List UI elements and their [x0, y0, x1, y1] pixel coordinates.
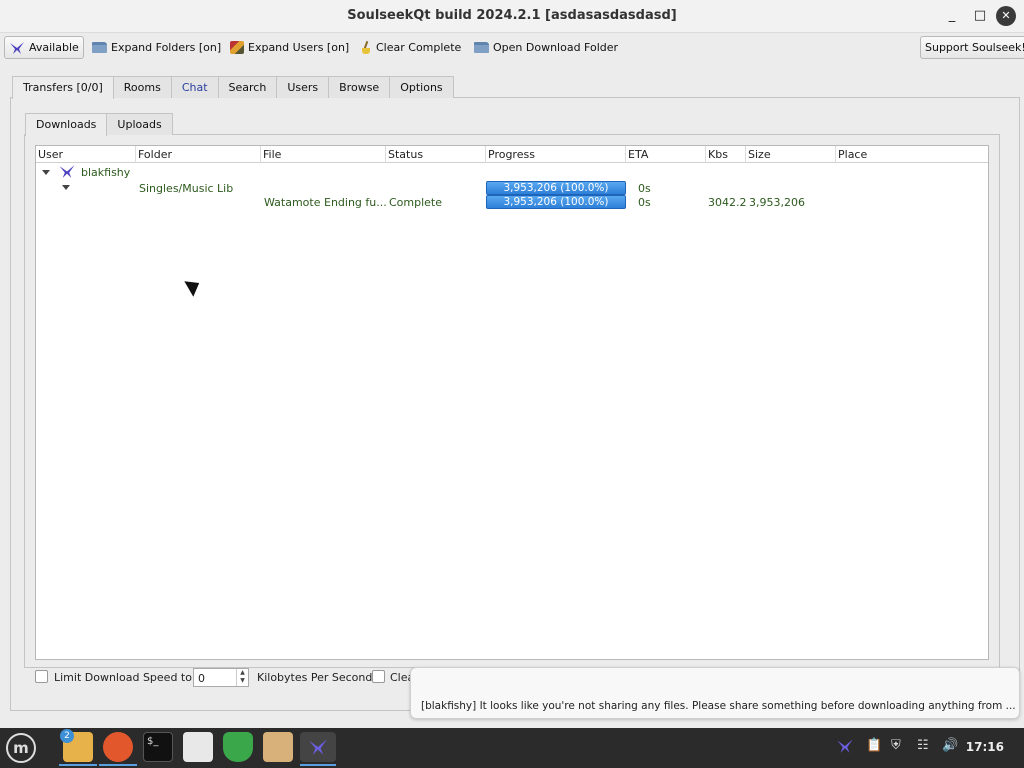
mint-menu-icon[interactable]: m [6, 733, 36, 763]
soulseek-bird-icon [10, 41, 24, 54]
support-label: Support Soulseek! [925, 41, 1024, 54]
expand-users-label: Expand Users [on] [248, 41, 350, 54]
column-kbs[interactable]: Kbs [706, 146, 746, 163]
minimize-button[interactable]: _ [942, 6, 962, 26]
column-eta[interactable]: ETA [626, 146, 706, 163]
column-status[interactable]: Status [386, 146, 486, 163]
active-indicator [59, 764, 97, 766]
file-eta: 0s [638, 196, 651, 209]
kilobytes-per-second-label: Kilobytes Per Second [257, 671, 373, 684]
open-download-folder-label: Open Download Folder [493, 41, 619, 54]
maximize-button[interactable]: □ [970, 6, 990, 26]
shield-icon[interactable] [223, 732, 253, 762]
network-tray-icon[interactable]: ☷ [917, 738, 929, 753]
downloads-table[interactable]: User Folder File Status Progress ETA Kbs… [35, 145, 989, 660]
notification-popup[interactable]: [blakfishy] It looks like you're not sha… [410, 667, 1020, 719]
limit-download-speed-checkbox[interactable] [35, 670, 48, 683]
speed-limit-spinbox[interactable]: 0 ▲ ▼ [193, 668, 249, 687]
folder-progress-text: 3,953,206 (100.0%) [503, 182, 609, 194]
terminal-icon[interactable]: $_ [143, 732, 173, 762]
clipboard-tray-icon[interactable]: 📋 [866, 738, 882, 753]
notification-message: [blakfishy] It looks like you're not sha… [421, 700, 1016, 712]
file-kbs: 3042.2 [708, 196, 747, 209]
transfer-file[interactable]: Watamote Ending fu... [264, 196, 387, 210]
expand-folders-button[interactable]: Expand Folders [on] [88, 36, 225, 59]
tab-chat[interactable]: Chat [170, 76, 219, 98]
tab-users[interactable]: Users [276, 76, 330, 98]
files-badge: 2 [60, 729, 74, 743]
main-tab-bar: Transfers [0/0] Rooms Chat Search Users … [12, 76, 454, 99]
available-label: Available [29, 41, 79, 54]
tab-browse[interactable]: Browse [328, 76, 391, 98]
expand-users-button[interactable]: Expand Users [on] [226, 36, 353, 59]
toolbar: Available Expand Folders [on] Expand Use… [0, 33, 1024, 63]
file-progress-bar: 3,953,206 (100.0%) [486, 195, 626, 209]
file-size: 3,953,206 [749, 196, 805, 209]
active-indicator [300, 764, 336, 766]
soulseek-bird-icon [309, 739, 327, 755]
tab-transfers[interactable]: Transfers [0/0] [12, 76, 114, 99]
soulseek-taskbar-icon[interactable] [300, 732, 336, 766]
expand-arrow-icon[interactable] [42, 170, 50, 175]
settings-toggle-icon[interactable] [183, 732, 213, 762]
column-folder[interactable]: Folder [136, 146, 261, 163]
file-progress-text: 3,953,206 (100.0%) [503, 196, 609, 208]
column-size[interactable]: Size [746, 146, 836, 163]
transfer-folder[interactable]: Singles/Music Lib [139, 182, 233, 196]
folder-eta: 0s [638, 182, 651, 195]
column-place[interactable]: Place [836, 146, 988, 163]
column-user[interactable]: User [36, 146, 136, 163]
expand-folders-label: Expand Folders [on] [111, 41, 222, 54]
sub-tab-bar: Downloads Uploads [25, 113, 173, 136]
user-bird-icon [59, 165, 75, 178]
tab-search[interactable]: Search [217, 76, 278, 98]
tab-downloads[interactable]: Downloads [25, 113, 108, 136]
available-button[interactable]: Available [4, 36, 84, 59]
users-icon [230, 41, 244, 54]
transfer-user[interactable]: blakfishy [81, 166, 130, 180]
broom-icon [360, 41, 372, 54]
column-progress[interactable]: Progress [486, 146, 626, 163]
file-status: Complete [389, 196, 443, 209]
speed-limit-row: Limit Download Speed to 0 ▲ ▼ Kilobytes P… [35, 668, 415, 688]
title-bar: SoulseekQt build 2024.2.1 [asdasasdasdas… [0, 0, 1024, 33]
tab-rooms[interactable]: Rooms [112, 76, 172, 98]
table-header: User Folder File Status Progress ETA Kbs… [36, 146, 988, 163]
taskbar-clock[interactable]: 17:16 [966, 740, 1004, 754]
spin-arrows-icon[interactable]: ▲ ▼ [236, 669, 248, 686]
files-icon[interactable]: 2 [59, 729, 97, 766]
soulseek-window: SoulseekQt build 2024.2.1 [asdasasdasdas… [0, 0, 1024, 768]
expand-arrow-icon[interactable] [62, 185, 70, 190]
clear-checkbox[interactable] [372, 670, 385, 683]
column-file[interactable]: File [261, 146, 386, 163]
support-soulseek-button[interactable]: Support Soulseek! [920, 36, 1024, 59]
tab-options[interactable]: Options [389, 76, 454, 98]
firefox-icon[interactable] [99, 732, 137, 766]
shield-tray-icon[interactable]: ⛨ [891, 738, 901, 753]
limit-download-speed-label: Limit Download Speed to [54, 671, 192, 684]
active-indicator [99, 764, 137, 766]
open-download-folder-button[interactable]: Open Download Folder [470, 36, 622, 59]
folder-icon [474, 42, 489, 53]
folder-icon [92, 42, 107, 53]
volume-tray-icon[interactable]: 🔊 [942, 738, 958, 753]
clear-complete-button[interactable]: Clear Complete [356, 36, 465, 59]
window-title: SoulseekQt build 2024.2.1 [asdasasdasdas… [347, 8, 677, 23]
tab-uploads[interactable]: Uploads [106, 113, 173, 135]
clear-complete-label: Clear Complete [376, 41, 462, 54]
folder-progress-bar: 3,953,206 (100.0%) [486, 181, 626, 195]
archive-icon[interactable] [263, 732, 293, 762]
taskbar: m 2 $_ 📋 ⛨ ☷ 🔊 17:16 [0, 728, 1024, 768]
speed-limit-value: 0 [198, 672, 205, 685]
close-button[interactable]: ✕ [996, 6, 1016, 26]
soulseek-tray-icon[interactable] [836, 738, 854, 754]
